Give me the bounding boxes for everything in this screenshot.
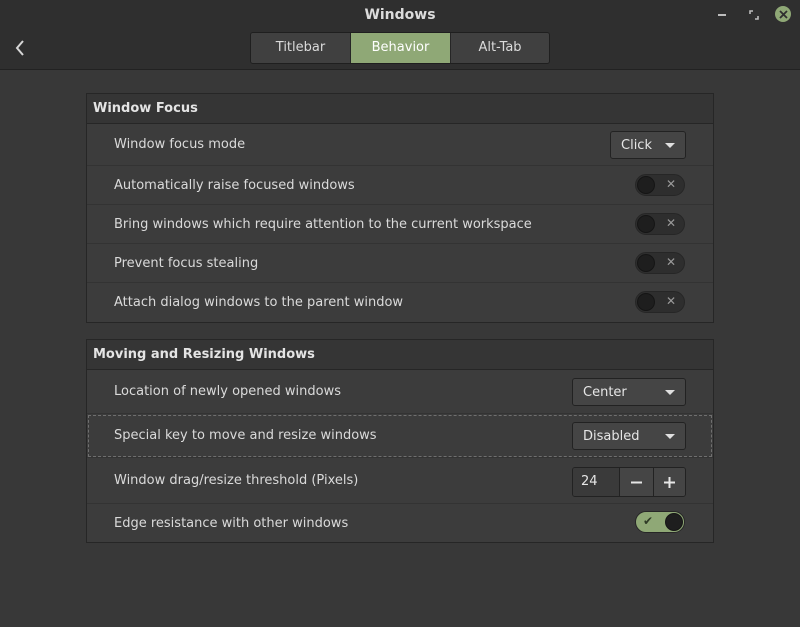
section-title: Moving and Resizing Windows <box>87 340 713 370</box>
auto-raise-label: Automatically raise focused windows <box>114 177 355 193</box>
switch-knob <box>637 215 655 233</box>
maximize-icon <box>749 10 759 20</box>
chevron-left-icon <box>15 40 24 56</box>
focus-stealing-switch[interactable]: ✕ <box>635 252 685 274</box>
tab-behavior[interactable]: Behavior <box>351 33 451 63</box>
window-location-label: Location of newly opened windows <box>114 384 342 399</box>
minus-icon <box>630 481 642 483</box>
window-location-dropdown[interactable]: Center <box>572 378 686 406</box>
auto-raise-row: Automatically raise focused windows ✕ <box>87 166 713 205</box>
close-icon <box>778 9 788 19</box>
tab-titlebar[interactable]: Titlebar <box>251 33 351 63</box>
edge-resistance-row: Edge resistance with other windows ✔ <box>87 504 713 542</box>
maximize-button[interactable] <box>746 7 762 23</box>
special-key-row: Special key to move and resize windows D… <box>87 414 713 458</box>
focus-stealing-row: Prevent focus stealing ✕ <box>87 244 713 283</box>
decrement-button[interactable] <box>620 468 653 496</box>
switch-knob <box>665 513 683 531</box>
window-focus-section: Window Focus Window focus mode Click Aut… <box>86 93 714 323</box>
focus-mode-row: Window focus mode Click <box>87 124 713 166</box>
dropdown-arrow-icon <box>665 390 675 395</box>
attach-dialog-switch[interactable]: ✕ <box>635 291 685 313</box>
attach-dialog-label: Attach dialog windows to the parent wind… <box>114 295 404 310</box>
special-key-label: Special key to move and resize windows <box>114 428 377 443</box>
attention-switch[interactable]: ✕ <box>635 213 685 235</box>
minimize-icon <box>718 14 726 16</box>
attach-dialog-row: Attach dialog windows to the parent wind… <box>87 283 713 322</box>
switch-knob <box>637 176 655 194</box>
focus-stealing-label: Prevent focus stealing <box>114 255 259 271</box>
switch-knob <box>637 293 655 311</box>
minimize-button[interactable] <box>714 7 730 23</box>
auto-raise-switch[interactable]: ✕ <box>635 174 685 196</box>
focus-mode-label: Window focus mode <box>114 137 246 152</box>
drag-threshold-spinner: 24 <box>572 467 686 497</box>
x-icon: ✕ <box>665 177 676 191</box>
check-icon: ✔ <box>643 514 654 528</box>
threshold-input[interactable]: 24 <box>573 468 621 496</box>
switch-knob <box>637 254 655 272</box>
header-bar: Windows Titlebar Behavior Alt-Tab <box>0 0 800 70</box>
attention-label: Bring windows which require attention to… <box>114 216 532 232</box>
tab-alt-tab[interactable]: Alt-Tab <box>451 33 549 63</box>
special-key-dropdown[interactable]: Disabled <box>572 422 686 450</box>
plus-icon <box>663 476 675 488</box>
x-icon: ✕ <box>665 216 676 230</box>
back-button[interactable] <box>8 36 32 60</box>
settings-window: Windows Titlebar Behavior Alt-Tab Window… <box>0 0 800 627</box>
attention-row: Bring windows which require attention to… <box>87 205 713 244</box>
close-button[interactable] <box>775 6 791 22</box>
drag-threshold-label: Window drag/resize threshold (Pixels) <box>114 473 359 488</box>
special-key-value: Disabled <box>583 428 640 444</box>
section-title: Window Focus <box>87 94 713 124</box>
window-location-row: Location of newly opened windows Center <box>87 370 713 414</box>
x-icon: ✕ <box>665 255 676 269</box>
focus-mode-value: Click <box>621 137 652 153</box>
window-location-value: Center <box>583 384 627 400</box>
x-icon: ✕ <box>665 294 676 308</box>
increment-button[interactable] <box>652 468 685 496</box>
dropdown-arrow-icon <box>665 434 675 439</box>
edge-resistance-switch[interactable]: ✔ <box>635 511 685 533</box>
drag-threshold-row: Window drag/resize threshold (Pixels) 24 <box>87 458 713 504</box>
focus-mode-dropdown[interactable]: Click <box>610 131 686 159</box>
window-title: Windows <box>364 7 436 23</box>
edge-resistance-label: Edge resistance with other windows <box>114 515 349 531</box>
moving-resizing-section: Moving and Resizing Windows Location of … <box>86 339 714 543</box>
tab-bar: Titlebar Behavior Alt-Tab <box>250 32 550 64</box>
dropdown-arrow-icon <box>665 143 675 148</box>
